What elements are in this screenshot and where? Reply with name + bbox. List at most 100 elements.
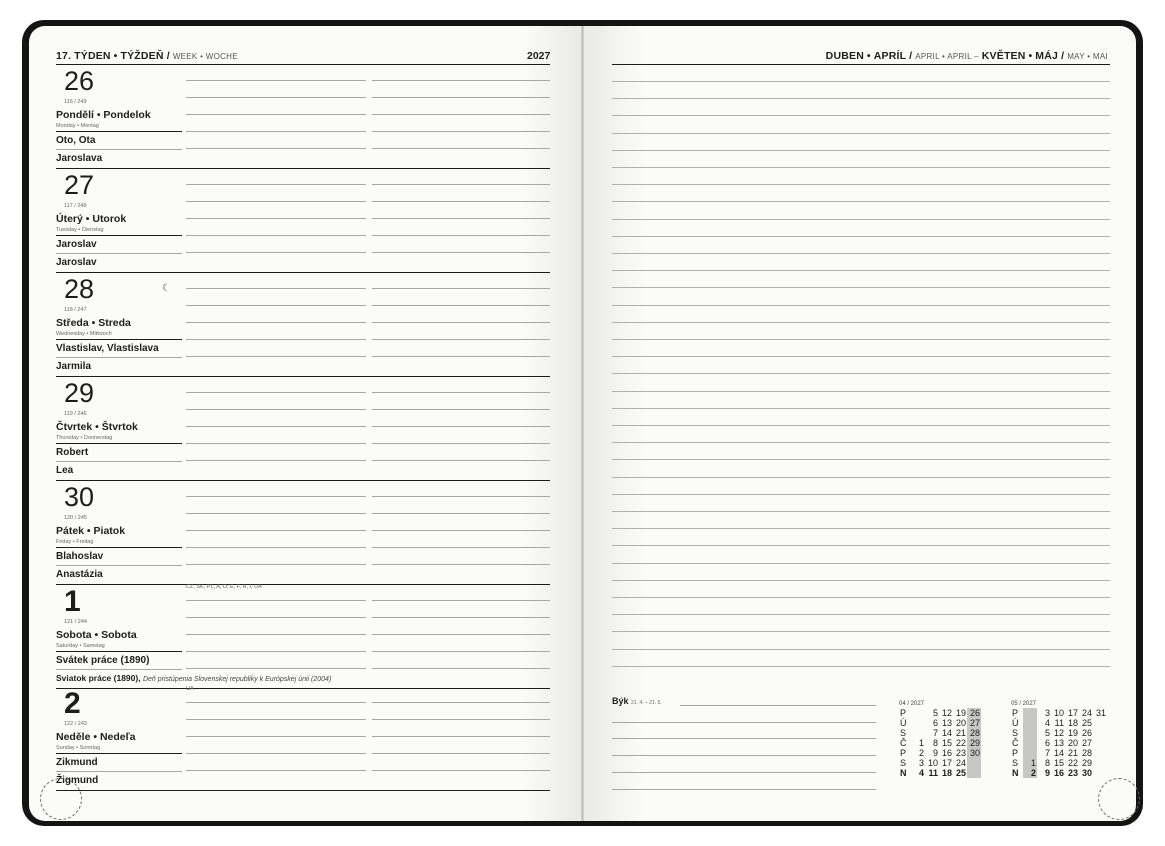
- note-line[interactable]: [612, 391, 1110, 392]
- note-line[interactable]: [372, 753, 550, 754]
- note-line[interactable]: [612, 287, 1110, 288]
- note-line[interactable]: [612, 373, 1110, 374]
- note-line[interactable]: [372, 322, 550, 323]
- note-line[interactable]: [612, 81, 1110, 82]
- note-line[interactable]: [372, 547, 550, 548]
- note-line[interactable]: [612, 98, 1110, 99]
- note-line[interactable]: [612, 253, 1110, 254]
- note-line[interactable]: [372, 460, 550, 461]
- note-line[interactable]: [372, 201, 550, 202]
- note-line[interactable]: [186, 668, 366, 669]
- note-line[interactable]: [186, 530, 366, 531]
- note-line[interactable]: [372, 634, 550, 635]
- note-line[interactable]: [186, 513, 366, 514]
- note-line[interactable]: [186, 651, 366, 652]
- note-line[interactable]: [612, 356, 1110, 357]
- note-line[interactable]: [612, 339, 1110, 340]
- note-line[interactable]: [186, 736, 366, 737]
- note-line[interactable]: [372, 702, 550, 703]
- note-line[interactable]: [372, 131, 550, 132]
- note-line[interactable]: [372, 617, 550, 618]
- note-line[interactable]: [372, 496, 550, 497]
- note-line[interactable]: [372, 600, 550, 601]
- note-line[interactable]: [186, 114, 366, 115]
- note-line[interactable]: [186, 322, 366, 323]
- note-line[interactable]: [186, 252, 366, 253]
- note-line[interactable]: [372, 426, 550, 427]
- note-line[interactable]: [186, 409, 366, 410]
- note-line[interactable]: [612, 442, 1110, 443]
- note-line[interactable]: [372, 443, 550, 444]
- note-line[interactable]: [612, 597, 1110, 598]
- note-line[interactable]: [612, 755, 876, 756]
- note-line[interactable]: [186, 131, 366, 132]
- note-line[interactable]: [612, 219, 1110, 220]
- note-line[interactable]: [612, 614, 1110, 615]
- note-line[interactable]: [186, 443, 366, 444]
- note-line[interactable]: [186, 547, 366, 548]
- note-line[interactable]: [372, 736, 550, 737]
- note-line[interactable]: [612, 649, 1110, 650]
- note-line[interactable]: [372, 235, 550, 236]
- note-line[interactable]: [372, 770, 550, 771]
- note-line[interactable]: [612, 236, 1110, 237]
- note-line[interactable]: [372, 564, 550, 565]
- note-line[interactable]: [186, 356, 366, 357]
- note-line[interactable]: [612, 563, 1110, 564]
- note-line[interactable]: [612, 150, 1110, 151]
- note-line[interactable]: [186, 719, 366, 720]
- note-line[interactable]: [612, 201, 1110, 202]
- note-line[interactable]: [680, 705, 876, 706]
- note-line[interactable]: [612, 528, 1110, 529]
- note-line[interactable]: [612, 477, 1110, 478]
- note-line[interactable]: [186, 770, 366, 771]
- note-line[interactable]: [372, 339, 550, 340]
- note-line[interactable]: [612, 738, 876, 739]
- note-line[interactable]: [372, 305, 550, 306]
- note-line[interactable]: [372, 80, 550, 81]
- note-line[interactable]: [186, 426, 366, 427]
- note-line[interactable]: [186, 80, 366, 81]
- note-line[interactable]: [612, 115, 1110, 116]
- note-line[interactable]: [186, 305, 366, 306]
- note-line[interactable]: [372, 651, 550, 652]
- note-line[interactable]: [372, 409, 550, 410]
- note-line[interactable]: [612, 184, 1110, 185]
- note-line[interactable]: [186, 201, 366, 202]
- note-line[interactable]: [612, 133, 1110, 134]
- note-line[interactable]: [612, 167, 1110, 168]
- note-line[interactable]: [186, 392, 366, 393]
- note-line[interactable]: [612, 408, 1110, 409]
- note-line[interactable]: [186, 496, 366, 497]
- note-line[interactable]: [186, 288, 366, 289]
- note-line[interactable]: [612, 789, 876, 790]
- note-line[interactable]: [612, 580, 1110, 581]
- note-line[interactable]: [186, 460, 366, 461]
- note-line[interactable]: [612, 631, 1110, 632]
- note-line[interactable]: [372, 356, 550, 357]
- note-line[interactable]: [612, 270, 1110, 271]
- note-line[interactable]: [612, 666, 1110, 667]
- note-line[interactable]: [372, 288, 550, 289]
- note-line[interactable]: [612, 425, 1110, 426]
- note-line[interactable]: [612, 459, 1110, 460]
- note-line[interactable]: [186, 617, 366, 618]
- note-line[interactable]: [186, 184, 366, 185]
- note-line[interactable]: [612, 722, 876, 723]
- note-line[interactable]: [372, 97, 550, 98]
- note-line[interactable]: [186, 564, 366, 565]
- note-line[interactable]: [372, 218, 550, 219]
- note-line[interactable]: [372, 392, 550, 393]
- note-line[interactable]: [372, 184, 550, 185]
- note-line[interactable]: [186, 218, 366, 219]
- note-line[interactable]: [186, 600, 366, 601]
- note-line[interactable]: [186, 235, 366, 236]
- note-line[interactable]: [372, 148, 550, 149]
- note-line[interactable]: [372, 114, 550, 115]
- note-line[interactable]: [612, 772, 876, 773]
- note-line[interactable]: [372, 719, 550, 720]
- note-line[interactable]: [186, 148, 366, 149]
- note-line[interactable]: [372, 513, 550, 514]
- note-line[interactable]: [612, 545, 1110, 546]
- note-line[interactable]: [612, 322, 1110, 323]
